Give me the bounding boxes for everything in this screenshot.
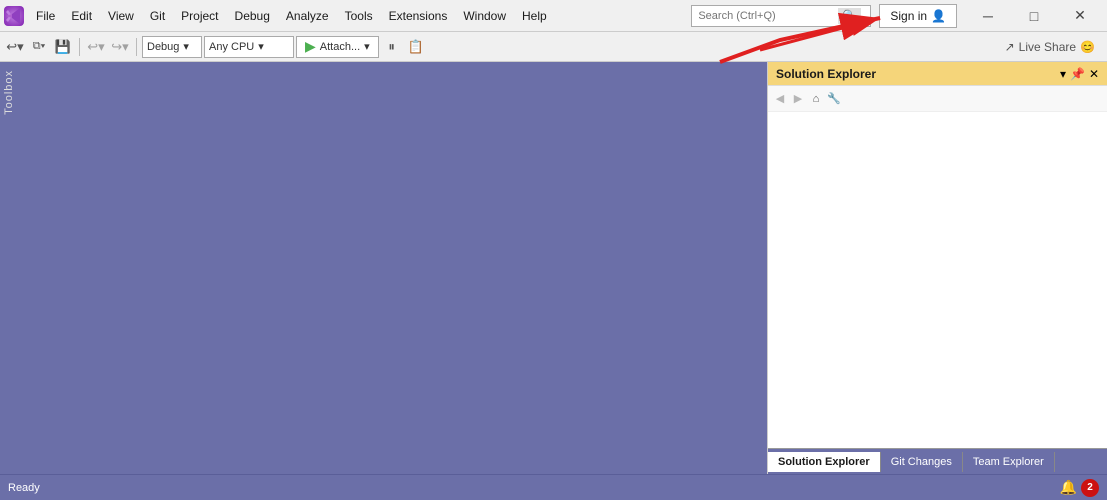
solution-panel-toolbar: ◀ ▶ ⌂ 🔧 [768, 86, 1107, 112]
notification-badge[interactable]: 2 [1081, 479, 1099, 497]
toolbox-sidebar[interactable]: Toolbox [0, 62, 18, 474]
panel-dropdown-icon[interactable]: ▾ [1060, 67, 1066, 81]
live-share-button[interactable]: ↗ Live Share 😊 [997, 38, 1103, 56]
solution-panel-header: Solution Explorer ▾ 📌 ✕ [768, 62, 1107, 86]
menu-analyze[interactable]: Analyze [278, 5, 337, 27]
sign-in-button[interactable]: Sign in 👤 [879, 4, 957, 28]
cpu-dropdown[interactable]: Any CPU ▾ [204, 36, 294, 58]
notification-bell-icon[interactable]: 🔔 [1060, 479, 1077, 496]
menu-project[interactable]: Project [173, 5, 226, 27]
menu-window[interactable]: Window [455, 5, 514, 27]
vs-logo [4, 6, 24, 26]
panel-close-button[interactable]: ✕ [1089, 67, 1099, 81]
menu-bar: File Edit View Git Project Debug Analyze… [28, 5, 683, 27]
live-share-icon: ↗ [1005, 40, 1015, 54]
restore-button[interactable]: □ [1011, 0, 1057, 32]
save-btn[interactable]: 💾 [52, 36, 74, 58]
start-button[interactable]: ▶ Attach... ▾ [296, 36, 379, 58]
search-box[interactable]: 🔍 [691, 5, 871, 27]
sol-home-btn[interactable]: ⌂ [808, 91, 824, 107]
attach-label: Attach... [320, 41, 360, 53]
sep2 [136, 38, 137, 56]
undo-btn[interactable]: ↩▾ [85, 36, 107, 58]
play-icon: ▶ [305, 38, 316, 55]
undo-split-btn[interactable]: ↩▾ [4, 36, 26, 58]
search-button[interactable]: 🔍 [838, 8, 861, 24]
toolbar: ↩▾ ⧉▾ 💾 ↩▾ ↪▾ Debug ▾ Any CPU ▾ ▶ Attach… [0, 32, 1107, 62]
title-bar: File Edit View Git Project Debug Analyze… [0, 0, 1107, 32]
solution-explorer-tab[interactable]: Solution Explorer [768, 452, 881, 472]
menu-extensions[interactable]: Extensions [381, 5, 456, 27]
menu-edit[interactable]: Edit [63, 5, 100, 27]
redo-btn[interactable]: ↪▾ [109, 36, 131, 58]
main-area: Toolbox Solution Explorer ▾ 📌 ✕ ◀ ▶ ⌂ 🔧 … [0, 62, 1107, 474]
solution-panel-title: Solution Explorer [776, 67, 876, 81]
debug-config-arrow: ▾ [183, 40, 189, 53]
close-button[interactable]: ✕ [1057, 0, 1103, 32]
sol-forward-btn[interactable]: ▶ [790, 91, 806, 107]
toolbox-label: Toolbox [3, 70, 15, 115]
solution-explorer-panel: Solution Explorer ▾ 📌 ✕ ◀ ▶ ⌂ 🔧 Solution… [767, 62, 1107, 474]
sol-back-btn[interactable]: ◀ [772, 91, 788, 107]
feedback-icon: 😊 [1080, 40, 1095, 54]
sign-in-label: Sign in [890, 9, 927, 23]
menu-view[interactable]: View [100, 5, 142, 27]
solution-content[interactable] [768, 112, 1107, 448]
menu-help[interactable]: Help [514, 5, 555, 27]
solution-panel-tabs: Solution Explorer Git Changes Team Explo… [768, 448, 1107, 474]
cpu-arrow: ▾ [258, 40, 264, 53]
window-controls: ─ □ ✕ [965, 0, 1103, 32]
git-changes-tab[interactable]: Git Changes [881, 452, 963, 472]
team-explorer-tab[interactable]: Team Explorer [963, 452, 1055, 472]
menu-file[interactable]: File [28, 5, 63, 27]
editor-area[interactable] [18, 62, 767, 474]
menu-git[interactable]: Git [142, 5, 173, 27]
sep1 [79, 38, 80, 56]
status-right: 🔔 2 [1060, 479, 1099, 497]
live-share-label: Live Share [1019, 40, 1076, 54]
panel-pin-button[interactable]: 📌 [1070, 67, 1085, 81]
pause-btn[interactable]: ⏸ [381, 36, 403, 58]
attach-arrow: ▾ [364, 40, 370, 53]
minimize-button[interactable]: ─ [965, 0, 1011, 32]
status-bar: Ready 🔔 2 [0, 474, 1107, 500]
status-text: Ready [8, 482, 40, 494]
extra-btn[interactable]: 📋 [405, 36, 427, 58]
debug-config-dropdown[interactable]: Debug ▾ [142, 36, 202, 58]
user-icon: 👤 [931, 9, 946, 23]
menu-debug[interactable]: Debug [227, 5, 278, 27]
menu-tools[interactable]: Tools [337, 5, 381, 27]
copy-btn[interactable]: ⧉▾ [28, 36, 50, 58]
debug-config-label: Debug [147, 41, 179, 53]
panel-controls: ▾ 📌 ✕ [1060, 67, 1099, 81]
cpu-label: Any CPU [209, 41, 254, 53]
sol-settings-btn[interactable]: 🔧 [826, 91, 842, 107]
search-input[interactable] [698, 10, 838, 22]
